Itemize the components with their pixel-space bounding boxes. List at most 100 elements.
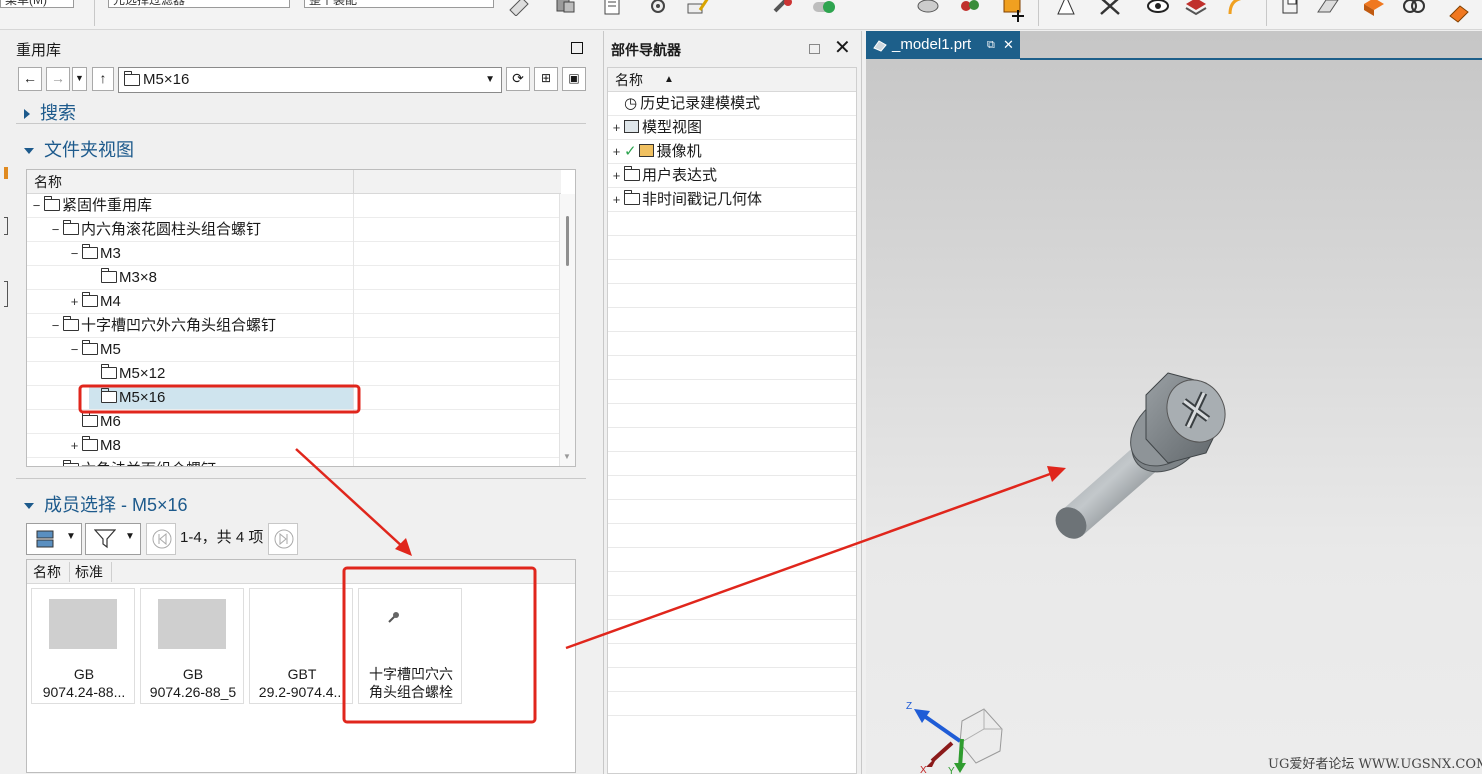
edit-plane-icon[interactable] — [1316, 0, 1340, 16]
wrench-icon[interactable] — [772, 0, 796, 16]
library-button[interactable]: ▣ — [562, 67, 586, 91]
tree-item-label: M5 — [100, 341, 121, 358]
path-value: M5×16 — [143, 71, 190, 88]
move-object-icon[interactable] — [1002, 0, 1026, 24]
search-section-header[interactable]: 搜索 — [24, 99, 76, 125]
navigator-row[interactable]: ◷ 历史记录建模模式 — [608, 92, 856, 116]
tree-row[interactable]: − 十字槽凹穴外六角头组合螺钉 — [27, 314, 561, 338]
scroll-down-icon[interactable]: ▼ — [563, 452, 571, 461]
member-card-selected[interactable]: 十字槽凹穴六 角头组合螺栓 — [358, 588, 462, 704]
expand-icon[interactable]: + — [70, 434, 79, 457]
member-card[interactable]: GB 9074.24-88... — [31, 588, 135, 704]
collapse-icon[interactable]: − — [70, 338, 79, 361]
selection-filter-combo[interactable]: 元选择过滤器 — [108, 0, 290, 8]
collapse-icon — [24, 503, 34, 510]
tab-model1[interactable]: _model1.prt ⧉ ✕ — [866, 31, 1020, 59]
coordinate-triad: Z X Y — [906, 701, 1003, 774]
navigator-empty-row — [608, 644, 856, 668]
eraser-icon[interactable] — [1446, 0, 1470, 24]
expand-icon[interactable]: + — [612, 164, 621, 187]
previous-page-button[interactable] — [146, 523, 176, 555]
tree-row[interactable]: − 内六角滚花圆柱头组合螺钉 — [27, 218, 561, 242]
view-mode-button[interactable]: ▼ — [26, 523, 82, 555]
column-standard[interactable]: 标准 — [75, 560, 103, 584]
member-card[interactable]: GB 9074.26-88_5 — [140, 588, 244, 704]
folder-icon — [82, 412, 98, 427]
maximize-icon[interactable] — [571, 42, 583, 54]
frame-icon[interactable] — [1280, 0, 1304, 16]
expand-icon[interactable]: + — [612, 188, 621, 211]
tree-row-selected[interactable]: M5×16 — [27, 386, 561, 410]
expand-icon[interactable]: + — [612, 116, 621, 139]
sheet-icon[interactable] — [600, 0, 624, 16]
snap-icon[interactable] — [916, 0, 940, 16]
navigator-row[interactable]: + 非时间戳记几何体 — [608, 188, 856, 212]
tree-row[interactable]: + M8 — [27, 434, 561, 458]
color-icon[interactable] — [958, 0, 982, 16]
scroll-thumb[interactable] — [566, 216, 569, 266]
close-icon[interactable]: ✕ — [834, 35, 851, 60]
navigator-empty-row — [608, 404, 856, 428]
shaded-block-icon[interactable] — [1362, 0, 1386, 16]
folder-view-section-header[interactable]: 文件夹视图 — [24, 136, 134, 162]
restore-icon[interactable] — [809, 44, 820, 54]
collapse-icon[interactable]: − — [70, 242, 79, 265]
measure-icon[interactable] — [508, 0, 532, 16]
edit-icon[interactable] — [686, 0, 710, 16]
next-page-button[interactable] — [268, 523, 298, 555]
tree-row[interactable]: M5×12 — [27, 362, 561, 386]
tree-item-label: M8 — [100, 437, 121, 454]
tree-row[interactable]: 六角法兰面组合螺钉 — [27, 458, 561, 466]
cone-icon[interactable] — [1054, 0, 1078, 16]
layer-icon[interactable] — [1184, 0, 1208, 16]
tree-view-button[interactable]: ⊞ — [534, 67, 558, 91]
assembly-icon[interactable] — [554, 0, 578, 16]
circles-icon[interactable] — [1402, 0, 1426, 16]
checkmark-icon[interactable]: ✓ — [624, 143, 637, 160]
expand-icon[interactable]: + — [612, 140, 621, 163]
navigator-empty-row — [608, 452, 856, 476]
tree-item-label: 内六角滚花圆柱头组合螺钉 — [81, 221, 262, 238]
collapse-icon[interactable]: − — [32, 194, 41, 217]
gear-icon[interactable] — [646, 0, 670, 16]
cut-view-icon[interactable] — [1098, 0, 1122, 16]
navigator-empty-row — [608, 380, 856, 404]
toggle-icon[interactable] — [812, 0, 836, 16]
tree-row[interactable]: − 紧固件重用库 — [27, 194, 561, 218]
refresh-button[interactable]: ⟳ — [506, 67, 530, 91]
collapse-icon[interactable]: − — [51, 218, 60, 241]
tree-row[interactable]: + M4 — [27, 290, 561, 314]
navigator-row[interactable]: + 用户表达式 — [608, 164, 856, 188]
filter-button[interactable]: ▼ — [85, 523, 141, 555]
tree-row[interactable]: − M5 — [27, 338, 561, 362]
column-name[interactable]: 名称 — [33, 560, 61, 584]
navigator-item-label: 模型视图 — [642, 119, 703, 136]
expand-icon[interactable]: + — [70, 290, 79, 313]
tree-row[interactable]: M3×8 — [27, 266, 561, 290]
collapse-icon[interactable]: − — [51, 314, 60, 337]
navigator-column-header[interactable]: 名称 ▲ — [608, 68, 856, 92]
member-select-header[interactable]: 成员选择 - M5×16 — [24, 491, 188, 517]
navigator-row[interactable]: + ✓ 摄像机 — [608, 140, 856, 164]
tree-row[interactable]: − M3 — [27, 242, 561, 266]
thumbnail-placeholder — [49, 599, 117, 649]
path-combo[interactable]: M5×16 ▼ — [118, 67, 502, 93]
navigator-empty-row — [608, 548, 856, 572]
tree-column-header[interactable]: 名称 — [27, 170, 561, 194]
navigator-row[interactable]: + 模型视图 — [608, 116, 856, 140]
selection-scope-combo[interactable]: 整个装配 — [304, 0, 494, 8]
pin-icon[interactable]: ⧉ — [987, 31, 995, 59]
menu-button[interactable]: 菜单(M) — [0, 0, 74, 8]
graphics-viewport[interactable]: _model1.prt ⧉ ✕ Z X Y UG爱好者论坛 WWW.UGSNX.… — [866, 31, 1482, 774]
back-button[interactable]: ← — [18, 67, 42, 91]
tree-scrollbar[interactable]: ▼ — [559, 194, 575, 466]
eye-icon[interactable] — [1146, 0, 1170, 16]
history-dropdown-button[interactable]: ▼ — [72, 67, 87, 91]
forward-button[interactable]: → — [46, 67, 70, 91]
tree-row[interactable]: M6 — [27, 410, 561, 434]
member-card[interactable]: GBT 29.2-9074.4... — [249, 588, 353, 704]
bolt-3d-model[interactable] — [1046, 361, 1246, 541]
up-folder-button[interactable]: ↑ — [92, 67, 114, 91]
curve-icon[interactable] — [1226, 0, 1250, 16]
close-tab-icon[interactable]: ✕ — [1003, 31, 1014, 59]
